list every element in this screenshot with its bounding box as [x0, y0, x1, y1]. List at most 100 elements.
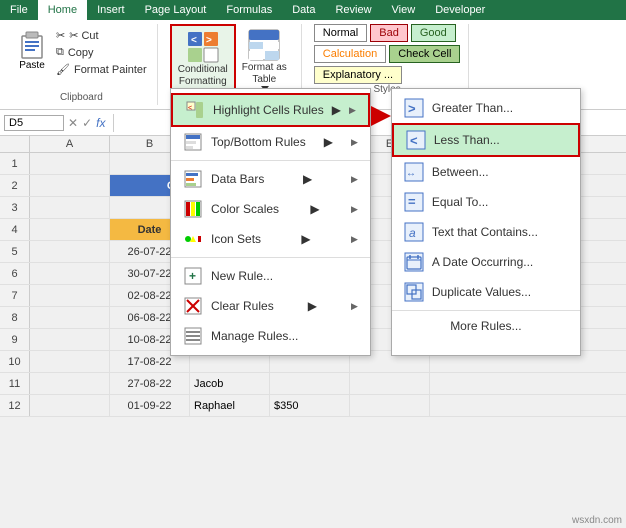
svg-text:<: < [188, 105, 192, 112]
formula-bar-separator [113, 114, 114, 132]
tab-data[interactable]: Data [282, 0, 325, 20]
menu-item-duplicate-values[interactable]: Duplicate Values... [392, 277, 580, 307]
menu-item-less-than[interactable]: < Less Than... [392, 123, 580, 157]
tab-review[interactable]: Review [325, 0, 381, 20]
cell-a11[interactable] [30, 373, 110, 394]
normal-style[interactable]: Normal [314, 24, 367, 42]
duplicate-values-icon [404, 282, 424, 302]
menu-item-top-bottom[interactable]: Top/Bottom Rules ▶ [171, 127, 370, 157]
copy-label: Copy [68, 47, 94, 59]
cell-e12[interactable] [350, 395, 430, 416]
svg-text:=: = [408, 194, 416, 209]
cut-button[interactable]: ✂ ✂ Cut [54, 28, 149, 43]
paste-button[interactable]: Paste [14, 24, 50, 75]
greater-than-icon: > [404, 98, 424, 118]
clipboard-label: Clipboard [60, 92, 103, 105]
cell-b12[interactable]: 01-09-22 [110, 395, 190, 416]
row-header: 1 [0, 153, 30, 174]
menu-item-new-rule[interactable]: + New Rule... [171, 261, 370, 291]
menu-item-greater-than[interactable]: > Greater Than... [392, 93, 580, 123]
databars-label: Data Bars [211, 172, 264, 186]
menu-item-equal-to[interactable]: = Equal To... [392, 187, 580, 217]
format-table-icon [247, 28, 281, 62]
col-header-a[interactable]: A [30, 136, 110, 152]
clearrules-label: Clear Rules [211, 299, 274, 313]
menu-divider-1 [171, 160, 370, 161]
menu-item-between[interactable]: ↔ Between... [392, 157, 580, 187]
cell-a12[interactable] [30, 395, 110, 416]
menu-item-date-occurring[interactable]: A Date Occurring... [392, 247, 580, 277]
text-contains-label: Text that Contains... [432, 225, 538, 239]
secondary-divider [392, 310, 580, 311]
tab-pagelayout[interactable]: Page Layout [135, 0, 217, 20]
tab-home[interactable]: Home [38, 0, 87, 20]
menu-item-data-bars[interactable]: Data Bars ▶ [171, 164, 370, 194]
menu-item-highlight-cells-rules[interactable]: < Highlight Cells Rules ▶ [171, 93, 370, 127]
tab-file[interactable]: File [0, 0, 38, 20]
confirm-icon[interactable]: ✓ [82, 116, 92, 130]
svg-text:+: + [189, 269, 196, 283]
tab-developer[interactable]: Developer [425, 0, 495, 20]
check-cell-style[interactable]: Check Cell [389, 45, 460, 63]
cell-d11[interactable] [270, 373, 350, 394]
conditional-formatting-icon: < > [186, 30, 220, 64]
text-contains-icon: a [404, 222, 424, 242]
format-as-table-button[interactable]: Format asTable [236, 24, 293, 95]
menu-item-manage-rules[interactable]: Manage Rules... [171, 321, 370, 351]
paste-label: Paste [19, 60, 45, 71]
table-row: 11 27-08-22 Jacob [0, 373, 626, 395]
colorscales-arrow: ▶ [310, 202, 319, 216]
iconsets-label: Icon Sets [211, 232, 261, 246]
row-header: 2 [0, 175, 30, 196]
good-style[interactable]: Good [411, 24, 456, 42]
menu-item-more-rules[interactable]: More Rules... [392, 314, 580, 338]
cell-e11[interactable] [350, 373, 430, 394]
cell-a2[interactable] [30, 175, 110, 196]
name-box[interactable] [4, 115, 64, 131]
svg-text:>: > [206, 35, 212, 46]
row-header: 12 [0, 395, 30, 416]
menu-item-text-contains[interactable]: a Text that Contains... [392, 217, 580, 247]
cell-a4[interactable] [30, 219, 110, 240]
tab-formulas[interactable]: Formulas [216, 0, 282, 20]
databars-arrow: ▶ [303, 172, 312, 186]
duplicate-values-label: Duplicate Values... [432, 285, 531, 299]
svg-text:a: a [409, 226, 416, 240]
row-header: 11 [0, 373, 30, 394]
clipboard-group: Paste ✂ ✂ Cut ⧉ Copy 🖌 Format Painter Cl… [6, 24, 158, 105]
tab-view[interactable]: View [382, 0, 426, 20]
cell-a3[interactable] [30, 197, 110, 218]
paste-icon [18, 28, 46, 60]
ribbon-tabs: File Home Insert Page Layout Formulas Da… [0, 0, 626, 20]
cell-c12[interactable]: Raphael [190, 395, 270, 416]
cell-a8[interactable] [30, 307, 110, 328]
cancel-icon[interactable]: ✕ [68, 116, 78, 130]
iconsets-arrow: ▶ [301, 232, 310, 246]
bad-style[interactable]: Bad [370, 24, 408, 42]
dropdown-menus: < Highlight Cells Rules ▶ Top/Bottom Rul… [170, 88, 581, 356]
tab-insert[interactable]: Insert [87, 0, 135, 20]
cell-a1[interactable] [30, 153, 110, 174]
calculation-style[interactable]: Calculation [314, 45, 386, 63]
date-occurring-label: A Date Occurring... [432, 255, 533, 269]
cell-a6[interactable] [30, 263, 110, 284]
cell-d12[interactable]: $350 [270, 395, 350, 416]
explanatory-style[interactable]: Explanatory ... [314, 66, 402, 84]
copy-icon: ⧉ [56, 46, 64, 59]
greater-than-label: Greater Than... [432, 101, 513, 115]
cell-a5[interactable] [30, 241, 110, 262]
svg-text:<: < [191, 35, 197, 46]
colorscales-label: Color Scales [211, 202, 279, 216]
cell-a10[interactable] [30, 351, 110, 372]
copy-button[interactable]: ⧉ Copy [54, 45, 149, 60]
menu-item-color-scales[interactable]: Color Scales ▶ [171, 194, 370, 224]
menu-item-clear-rules[interactable]: Clear Rules ▶ [171, 291, 370, 321]
cell-b11[interactable]: 27-08-22 [110, 373, 190, 394]
cell-c11[interactable]: Jacob [190, 373, 270, 394]
function-icon[interactable]: fx [96, 116, 105, 130]
menu-item-icon-sets[interactable]: Icon Sets ▶ [171, 224, 370, 254]
cell-a7[interactable] [30, 285, 110, 306]
highlight-cells-label: Highlight Cells Rules [213, 103, 324, 117]
cell-a9[interactable] [30, 329, 110, 350]
format-painter-button[interactable]: 🖌 Format Painter [54, 62, 149, 77]
